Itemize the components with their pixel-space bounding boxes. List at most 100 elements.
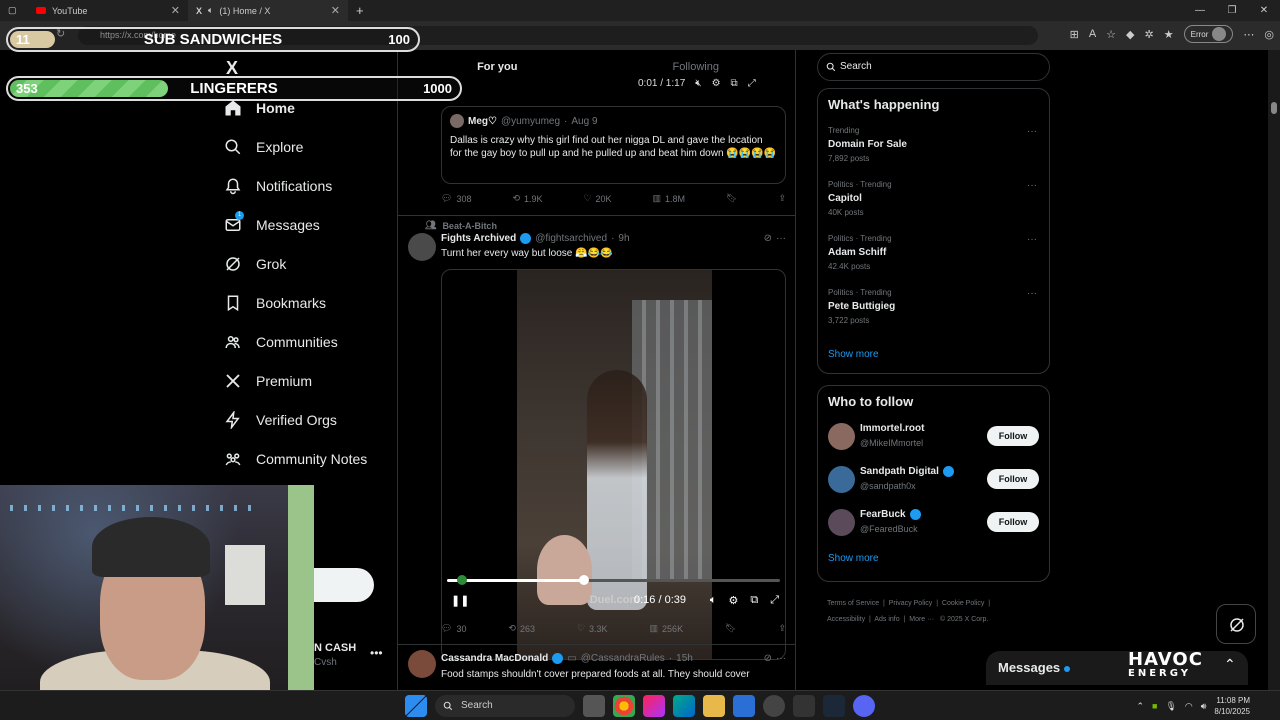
follow-button[interactable]: Follow [987, 469, 1039, 489]
nvidia-icon[interactable]: ■ [1152, 701, 1157, 711]
reply-button[interactable]: 💬︎ 308 [441, 193, 471, 204]
author-handle[interactable]: @CassandraRules [581, 653, 665, 664]
repost-button[interactable]: ⟲ 263 [508, 623, 535, 634]
sidebar-item-notifications[interactable]: Notifications [224, 166, 394, 205]
video-player[interactable]: Duel.com ❚❚ 0:16 / 0:39 🔈︎ ⚙︎ ⧉ ⤢ [441, 269, 786, 660]
sidebar-item-grok[interactable]: Grok [224, 244, 394, 283]
show-more-link[interactable]: Show more [818, 546, 1049, 572]
fullscreen-icon[interactable]: ⤢ [770, 594, 779, 607]
grok-icon[interactable]: ⊘ [764, 653, 772, 664]
author-handle[interactable]: @yumyumeg [501, 116, 560, 127]
follow-suggestion[interactable]: Sandpath Digital @sandpath0x Follow [818, 460, 1049, 503]
avatar[interactable] [828, 423, 855, 450]
footer-link[interactable]: Ads info [874, 616, 899, 623]
follow-button[interactable]: Follow [987, 512, 1039, 532]
maximize-icon[interactable]: ❐ [1216, 0, 1248, 21]
show-more-link[interactable]: Show more [818, 342, 1049, 368]
volume-icon[interactable]: 🔊︎ [1201, 701, 1207, 712]
close-icon[interactable]: ✕ [171, 4, 180, 17]
sidebar-item-messages[interactable]: 1 Messages [224, 205, 394, 244]
scrollbar[interactable] [1268, 50, 1280, 690]
author-name[interactable]: Cassandra MacDonald [441, 653, 548, 664]
search-input[interactable]: Search [817, 53, 1050, 81]
pause-icon[interactable]: ❚❚ [451, 594, 469, 607]
gear-icon[interactable]: ⚙︎ [728, 594, 738, 607]
copilot-icon[interactable] [643, 695, 665, 717]
wifi-icon[interactable]: ◠ [1185, 701, 1193, 712]
close-icon[interactable]: ✕ [331, 4, 340, 17]
extension-icon[interactable]: ◆ [1126, 28, 1134, 41]
like-button[interactable]: ♡ 3.3K [577, 623, 608, 634]
apps-icon[interactable]: ⊞ [1070, 28, 1079, 41]
minimize-icon[interactable]: — [1184, 0, 1216, 21]
sidebar-item-premium[interactable]: Premium [224, 361, 394, 400]
new-tab-button[interactable]: + [348, 0, 372, 21]
edge-icon[interactable] [673, 695, 695, 717]
scrollbar-thumb[interactable] [1271, 102, 1277, 114]
video-seek-bar[interactable] [447, 575, 780, 585]
trend-item[interactable]: Politics · Trending Adam Schiff 42.4K po… [818, 234, 1049, 288]
taskbar-search[interactable]: Search [435, 695, 575, 717]
footer-link[interactable]: Privacy Policy [889, 600, 933, 607]
trend-item[interactable]: Politics · Trending Pete Buttigieg 3,722… [818, 288, 1049, 342]
bookmark-post-button[interactable]: 🔖︎ [725, 623, 736, 634]
author-name[interactable]: Meg♡ [468, 116, 497, 127]
sidebar-item-bookmarks[interactable]: Bookmarks [224, 283, 394, 322]
more-icon[interactable]: ··· [1027, 288, 1037, 299]
tab-youtube[interactable]: YouTube ✕ [28, 0, 188, 21]
avatar[interactable] [828, 509, 855, 536]
chevron-up-icon[interactable]: ⌃ [1224, 656, 1236, 673]
footer-link[interactable]: Terms of Service [827, 600, 879, 607]
views-button[interactable]: ▥ 1.8M [653, 193, 686, 204]
more-icon[interactable]: ··· [776, 233, 786, 244]
views-button[interactable]: ▥ 256K [650, 623, 684, 634]
quoted-post[interactable]: Meg♡ @yumyumeg · Aug 9 Dallas is crazy w… [441, 106, 786, 184]
grok-button[interactable] [1216, 604, 1256, 644]
author-name[interactable]: Fights Archived [441, 233, 516, 244]
clock[interactable]: 11:08 PM 8/10/2025 [1214, 695, 1250, 717]
store-icon[interactable] [733, 695, 755, 717]
grok-icon[interactable]: ⊘ [764, 233, 772, 244]
follow-suggestion[interactable]: Immortel.root @MikeIMmortel Follow [818, 417, 1049, 460]
avatar[interactable] [408, 233, 436, 261]
sidebar-item-verified-orgs[interactable]: Verified Orgs [224, 400, 394, 439]
more-icon[interactable]: ··· [1027, 234, 1037, 245]
like-button[interactable]: ♡ 20K [583, 193, 611, 204]
community-name[interactable]: Beat-A-Bitch [442, 221, 497, 231]
seek-handle[interactable] [578, 575, 589, 585]
bookmark-post-button[interactable]: 🔖︎ [726, 193, 737, 204]
chrome-icon[interactable] [613, 695, 635, 717]
repost-button[interactable]: ⟲ 1.9K [512, 193, 542, 204]
more-icon[interactable]: ··· [776, 653, 786, 664]
close-window-icon[interactable]: ✕ [1248, 0, 1280, 21]
volume-icon[interactable]: 🔈︎ [710, 594, 717, 607]
author-handle[interactable]: @fightsarchived [535, 233, 607, 244]
footer-link[interactable]: More ··· [909, 616, 934, 623]
share-button[interactable]: ⇪ [778, 623, 786, 634]
speaker-icon[interactable]: 🔈︎ [208, 5, 213, 16]
post-time[interactable]: 9h [618, 233, 629, 244]
profile-error-button[interactable]: Error [1183, 25, 1234, 43]
follow-suggestion[interactable]: FearBuck @FearedBuck Follow [818, 503, 1049, 546]
task-view-icon[interactable] [583, 695, 605, 717]
mic-icon[interactable]: 🎙︎ [1165, 701, 1176, 712]
sidebar-item-explore[interactable]: Explore [224, 127, 394, 166]
account-more-icon[interactable]: ••• [370, 646, 383, 660]
read-aloud-icon[interactable]: A [1089, 28, 1096, 40]
post-time[interactable]: 15h [676, 653, 693, 664]
copilot-icon[interactable]: ◎ [1264, 28, 1274, 41]
capcut-icon[interactable] [793, 695, 815, 717]
sidebar-item-communities[interactable]: Communities [224, 322, 394, 361]
favorites-icon[interactable]: ★ [1164, 28, 1174, 41]
follow-button[interactable]: Follow [987, 426, 1039, 446]
puzzle-icon[interactable]: ✲ [1145, 28, 1154, 41]
footer-link[interactable]: Cookie Policy [942, 600, 984, 607]
post-date[interactable]: Aug 9 [571, 116, 597, 127]
tab-x-home[interactable]: X 🔈︎ (1) Home / X ✕ [188, 0, 348, 21]
reply-button[interactable]: 💬︎ 30 [441, 623, 466, 634]
fullscreen-icon[interactable]: ⤢ [748, 78, 756, 89]
trend-item[interactable]: Trending Domain For Sale 7,892 posts ··· [818, 126, 1049, 180]
sidebar-item-community-notes[interactable]: Community Notes [224, 439, 394, 478]
trend-item[interactable]: Politics · Trending Capitol 40K posts ··… [818, 180, 1049, 234]
pip-icon[interactable]: ⧉ [750, 594, 758, 607]
